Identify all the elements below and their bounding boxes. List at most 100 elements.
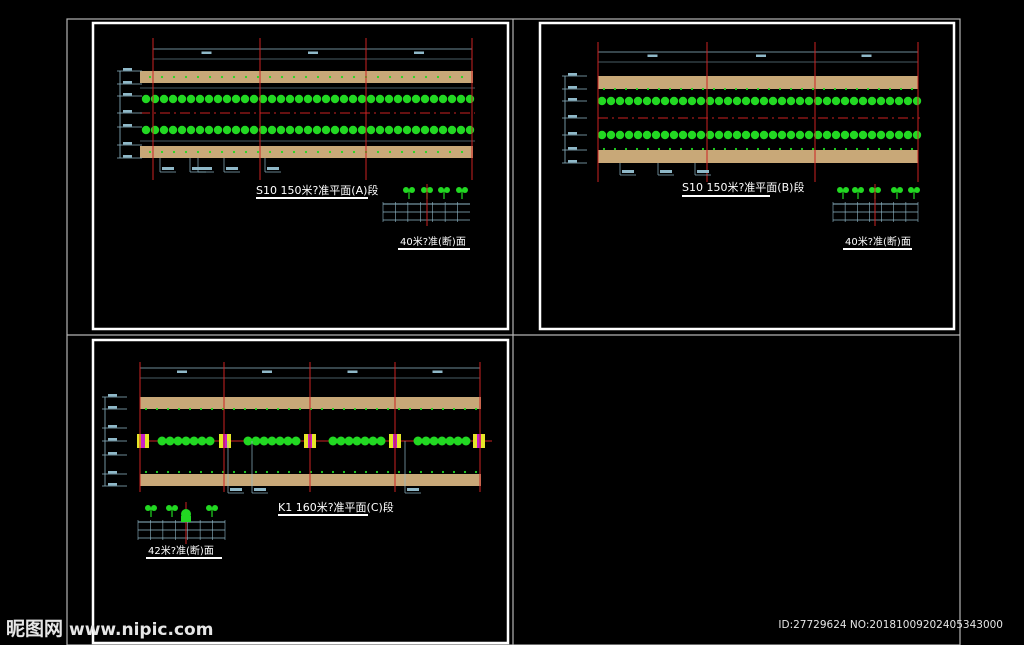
plan-c-left-dim-label-mark [108,452,117,455]
plan-a-median-shrub [420,94,430,104]
plan-c [102,362,492,494]
plan-c-street-tree [287,470,291,474]
plan-b-street-tree [756,147,760,151]
plan-a-median-shrub [420,125,430,135]
plan-a-median-shrub [393,94,403,104]
plan-b-street-tree [712,87,716,91]
plan-b-median-shrub [660,130,670,140]
plan-b-street-tree [877,87,881,91]
plan-a-median-shrub [312,94,322,104]
plan-a-median-shrub [285,94,295,104]
plan-a-median-shrub [159,125,169,135]
plan-b-median-shrub [894,96,904,106]
sheet-c-frame [91,338,510,645]
plan-c-street-tree [177,470,181,474]
plan-b-street-tree [778,87,782,91]
plan-b-street-tree [888,147,892,151]
plan-c-street-tree [441,470,445,474]
plan-a-street-tree [244,150,248,154]
plan-c-street-tree [474,407,478,411]
plan-c-median-shrub [205,436,215,446]
plan-b-median-shrub [651,130,661,140]
plan-a-median-shrub [339,94,349,104]
plan-b-street-tree [855,87,859,91]
plan-a-callout-label-mark [200,167,212,170]
plan-b-median-shrub [894,130,904,140]
plan-b-median-shrub [885,96,895,106]
plan-b-median-shrub [624,130,634,140]
plan-b-left-dim-label-mark [568,98,577,101]
plan-c-street-tree [188,470,192,474]
detail-b-tree-crown [843,187,849,193]
plan-a-median-shrub [447,125,457,135]
plan-a-median-shrub [240,125,250,135]
plan-b-median-shrub [624,96,634,106]
plan-c-street-tree [298,470,302,474]
plan-b [562,42,922,182]
plan-c-street-tree [287,407,291,411]
plan-b-median-shrub [606,130,616,140]
plan-b-median-shrub [858,96,868,106]
plan-a-median-shrub [330,125,340,135]
plan-b-median-shrub [651,96,661,106]
plan-b-median-shrub [867,96,877,106]
plan-b-median-shrub [669,130,679,140]
plan-c-street-tree [408,470,412,474]
plan-a-median-shrub [393,125,403,135]
plan-a-street-tree [208,75,212,79]
plan-b-street-tree [789,147,793,151]
plan-b-median-shrub [831,130,841,140]
plan-a-top-dim-label-mark [308,51,318,54]
plan-c-street-tree [243,470,247,474]
plan-a-street-tree [448,75,452,79]
plan-a-street-tree [280,75,284,79]
plan-b-left-dim-label-mark [568,160,577,163]
plan-b-street-tree [668,147,672,151]
plan-b-median-shrub [615,130,625,140]
plan-b-street-tree [701,87,705,91]
plan-c-median-shrub [197,436,207,446]
plan-c-street-tree [276,407,280,411]
detail-b-tree-crown [897,187,903,193]
detail-c-title: 42米?准(断)面 [148,544,214,557]
plan-a-median-shrub [321,94,331,104]
plan-c-top-dim-label-mark [262,370,272,373]
plan-c-street-tree [276,470,280,474]
section-detail-c [137,502,226,544]
plan-a-street-tree [244,75,248,79]
detail-a-tree-crown [444,187,450,193]
plan-a-median-shrub [303,125,313,135]
detail-c-tree-crown [206,505,212,511]
plan-c-median-shrub [283,436,293,446]
plan-b-median-shrub [687,96,697,106]
plan-b-left-dim-label-mark [568,86,577,89]
plan-b-median-shrub [633,130,643,140]
plan-c-street-tree [430,407,434,411]
plan-a-street-tree [412,150,416,154]
plan-c-median-shrub [275,436,285,446]
plan-c-median-shrub [413,436,423,446]
plan-b-median-shrub [831,96,841,106]
plan-b-street-tree [602,147,606,151]
plan-c-street-tree [331,470,335,474]
plan-c-street-tree [419,407,423,411]
plan-c-street-tree [265,407,269,411]
plan-a-street-tree [400,75,404,79]
plan-c-left-dim-label-mark [108,438,117,441]
plan-c-street-tree [254,407,258,411]
plan-a-street-tree [388,150,392,154]
plan-c-street-tree [463,470,467,474]
plan-c-street-tree [419,470,423,474]
plan-a-street-tree [424,75,428,79]
plan-a-street-tree [376,150,380,154]
plan-c-street-tree [265,470,269,474]
detail-b-tree-crown [908,187,914,193]
plan-c-callout-label-mark [230,488,242,491]
plan-a-median-shrub [465,125,475,135]
plan-b-median-shrub [750,96,760,106]
plan-b-left-dim-label-mark [568,147,577,150]
plan-a-street-tree [196,150,200,154]
plan-a-street-tree [160,150,164,154]
plan-a-street-tree [208,150,212,154]
plan-a-median-shrub [411,94,421,104]
